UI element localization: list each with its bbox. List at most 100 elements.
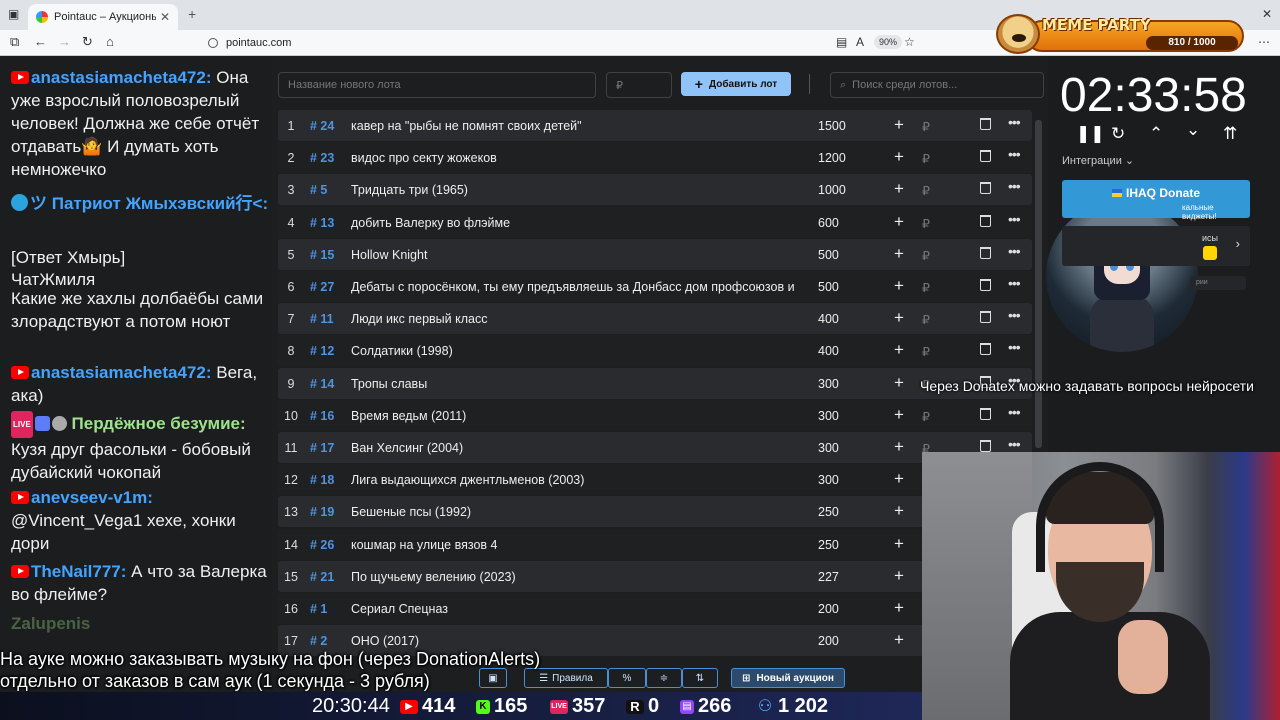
- reload-icon[interactable]: ↻: [82, 34, 93, 50]
- ruble-icon[interactable]: ₽: [922, 183, 930, 198]
- lot-row[interactable]: 15 # 21 По щучьему велению (2023) 227 +: [278, 560, 1032, 592]
- home-icon[interactable]: ⌂: [106, 34, 114, 49]
- more-icon[interactable]: •••: [1008, 243, 1021, 259]
- lot-name[interactable]: Тридцать три (1965): [351, 183, 801, 197]
- lot-amount[interactable]: 300: [818, 409, 839, 423]
- integration-history[interactable]: рии: [1190, 276, 1246, 290]
- delete-icon[interactable]: [980, 246, 991, 259]
- lot-row[interactable]: 9 # 14 Тропы славы 300 + ₽ •••: [278, 367, 1032, 399]
- delete-icon[interactable]: [980, 343, 991, 356]
- lot-name[interactable]: По щучьему велению (2023): [351, 570, 801, 584]
- lot-row[interactable]: 7 # 11 Люди икс первый класс 400 + ₽ •••: [278, 303, 1032, 335]
- add-amount-icon[interactable]: +: [894, 115, 904, 135]
- lot-row[interactable]: 10 # 16 Время ведьм (2011) 300 + ₽ •••: [278, 399, 1032, 431]
- lot-amount[interactable]: 300: [818, 473, 839, 487]
- delete-icon[interactable]: [980, 279, 991, 291]
- double-up-icon[interactable]: ⇈: [1223, 124, 1237, 144]
- lot-list-scrollbar[interactable]: [1035, 120, 1042, 448]
- add-amount-icon[interactable]: +: [894, 340, 904, 360]
- ruble-icon[interactable]: ₽: [922, 248, 930, 263]
- browser-menu-icon[interactable]: ⋯: [1258, 35, 1270, 49]
- lot-name[interactable]: Ван Хелсинг (2004): [351, 441, 801, 455]
- delete-icon[interactable]: [980, 407, 991, 420]
- lot-amount[interactable]: 1500: [818, 119, 846, 133]
- ruble-icon[interactable]: ₽: [922, 151, 930, 166]
- delete-icon[interactable]: [980, 150, 991, 163]
- pause-icon[interactable]: ❚❚: [1076, 124, 1105, 144]
- lot-amount[interactable]: 500: [818, 248, 839, 262]
- lot-row[interactable]: 6 # 27 Дебаты с поросёнком, ты ему предъяв…: [278, 271, 1032, 302]
- url-field[interactable]: pointauc.com: [200, 33, 920, 53]
- add-amount-icon[interactable]: +: [894, 501, 904, 521]
- tab-close-icon[interactable]: ✕: [160, 10, 170, 24]
- lot-row[interactable]: 5 # 15 Hollow Knight 500 + ₽ •••: [278, 238, 1032, 270]
- more-icon[interactable]: •••: [1008, 114, 1021, 130]
- lot-row[interactable]: 16 # 1 Сериал Спецназ 200 +: [278, 593, 1032, 624]
- lot-name[interactable]: Hollow Knight: [351, 248, 801, 262]
- lot-row[interactable]: 4 # 13 добить Валерку во флэйме 600 + ₽ •••: [278, 206, 1032, 238]
- chevron-up-icon[interactable]: ⌃: [1149, 124, 1163, 144]
- ruble-icon[interactable]: ₽: [922, 344, 930, 359]
- add-amount-icon[interactable]: +: [894, 147, 904, 167]
- window-close-icon[interactable]: ✕: [1262, 7, 1272, 21]
- lot-amount[interactable]: 200: [818, 602, 839, 616]
- lot-name[interactable]: Время ведьм (2011): [351, 409, 801, 423]
- collections-icon[interactable]: ⧉: [10, 34, 19, 50]
- add-amount-icon[interactable]: +: [894, 373, 904, 393]
- more-icon[interactable]: •••: [1008, 436, 1021, 452]
- new-lot-input[interactable]: Название нового лота: [278, 72, 596, 98]
- reset-icon[interactable]: ↻: [1111, 124, 1125, 144]
- lot-amount[interactable]: 250: [818, 505, 839, 519]
- delete-icon[interactable]: [980, 311, 991, 324]
- lot-row[interactable]: 2 # 23 видос про секту жожеков 1200 + ₽ •••: [278, 142, 1032, 174]
- reader-icon[interactable]: ▤: [836, 35, 847, 49]
- add-amount-icon[interactable]: +: [894, 630, 904, 650]
- more-icon[interactable]: •••: [1008, 339, 1021, 355]
- ruble-icon[interactable]: ₽: [922, 409, 930, 424]
- percent-button[interactable]: %: [608, 668, 646, 688]
- ruble-icon[interactable]: ₽: [922, 216, 930, 231]
- lot-name[interactable]: кошмар на улице вязов 4: [351, 538, 801, 552]
- lot-amount[interactable]: 227: [818, 570, 839, 584]
- translate-icon[interactable]: A: [856, 35, 864, 49]
- delete-icon[interactable]: [980, 118, 991, 130]
- chevron-down-icon[interactable]: ⌄: [1186, 120, 1200, 140]
- lot-name[interactable]: ОНО (2017): [351, 634, 801, 648]
- integration-card[interactable]: исы ›: [1062, 226, 1250, 266]
- add-amount-icon[interactable]: +: [894, 437, 904, 457]
- lot-name[interactable]: кавер на "рыбы не помнят своих детей": [351, 119, 801, 133]
- new-auction-button[interactable]: ⊞ Новый аукцион: [731, 668, 845, 688]
- delete-icon[interactable]: [980, 214, 991, 227]
- lot-name[interactable]: видос про секту жожеков: [351, 151, 801, 165]
- lot-row[interactable]: 14 # 26 кошмар на улице вязов 4 250 +: [278, 528, 1032, 560]
- add-amount-icon[interactable]: +: [894, 405, 904, 425]
- add-amount-icon[interactable]: +: [894, 469, 904, 489]
- add-amount-icon[interactable]: +: [894, 179, 904, 199]
- lot-name[interactable]: Лига выдающихся джентльменов (2003): [351, 473, 801, 487]
- lot-row[interactable]: 11 # 17 Ван Хелсинг (2004) 300 + ₽ •••: [278, 432, 1032, 463]
- lot-amount[interactable]: 250: [818, 538, 839, 552]
- ruble-icon[interactable]: ₽: [922, 119, 930, 134]
- more-icon[interactable]: •••: [1008, 404, 1021, 420]
- add-amount-icon[interactable]: +: [894, 598, 904, 618]
- lot-name[interactable]: Тропы славы: [351, 377, 801, 391]
- more-icon[interactable]: •••: [1008, 146, 1021, 162]
- integrations-toggle[interactable]: Интеграции ⌄: [1062, 154, 1134, 167]
- add-amount-icon[interactable]: +: [894, 534, 904, 554]
- site-info-icon[interactable]: [208, 38, 218, 48]
- add-lot-button[interactable]: + Добавить лот: [681, 72, 791, 96]
- lot-amount[interactable]: 300: [818, 377, 839, 391]
- new-tab-button[interactable]: +: [188, 6, 196, 22]
- lot-name[interactable]: Сериал Спецназ: [351, 602, 801, 616]
- lot-search-input[interactable]: ⌕ Поиск среди лотов...: [830, 72, 1044, 98]
- tab-actions-icon[interactable]: ▣: [8, 7, 19, 21]
- lot-row[interactable]: 12 # 18 Лига выдающихся джентльменов (2003…: [278, 464, 1032, 496]
- lot-amount[interactable]: 200: [818, 634, 839, 648]
- lot-row[interactable]: 13 # 19 Бешеные псы (1992) 250 +: [278, 496, 1032, 528]
- zoom-level[interactable]: 90%: [874, 35, 903, 49]
- favorite-star-icon[interactable]: ☆: [904, 35, 915, 49]
- lot-name[interactable]: Дебаты с поросёнком, ты ему предъявляешь…: [351, 280, 801, 294]
- ihaq-donate-card[interactable]: IHAQ Donate кальные виджеты!: [1062, 180, 1250, 221]
- ruble-icon[interactable]: ₽: [922, 312, 930, 327]
- forward-icon[interactable]: →: [58, 34, 71, 49]
